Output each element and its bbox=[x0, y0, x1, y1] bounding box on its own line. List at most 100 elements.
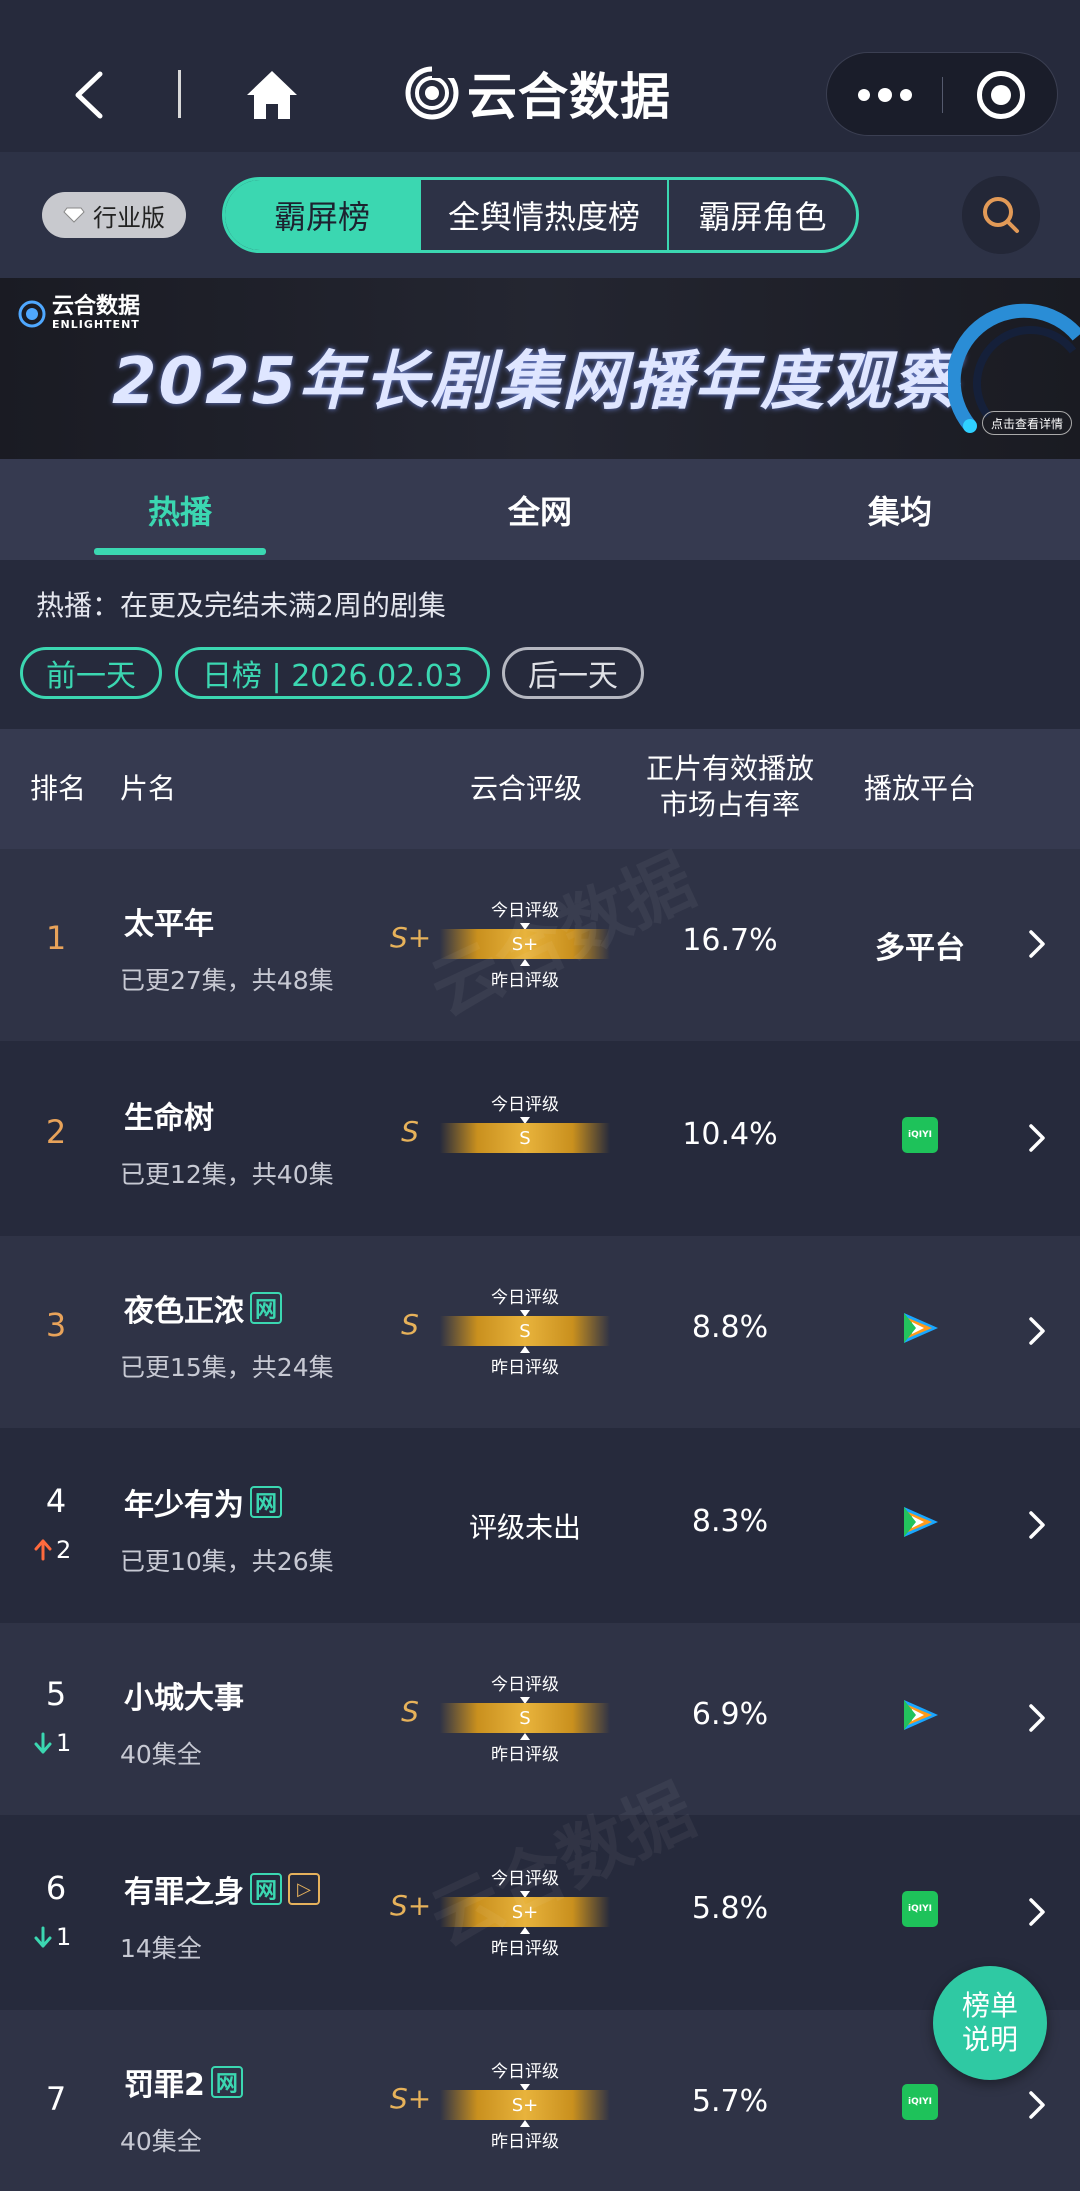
today-grade-value: S+ bbox=[511, 1901, 539, 1923]
today-grade-label: 今日评级 bbox=[491, 1675, 559, 1695]
chevron-right-icon[interactable] bbox=[1026, 1316, 1048, 1346]
rank-change-value: 1 bbox=[56, 1923, 72, 1951]
table-row[interactable]: 2 生命树 已更12集，共40集 S 今日评级 S 10.4% iQIYI bbox=[0, 1043, 1080, 1235]
tab-bapingbang[interactable]: 霸屏榜 bbox=[225, 180, 419, 250]
chevron-right-icon[interactable] bbox=[1026, 1510, 1048, 1540]
header-share-line2: 市场占有率 bbox=[659, 788, 800, 821]
chevron-right-icon[interactable] bbox=[1026, 1897, 1048, 1927]
table-row[interactable]: 1 太平年 已更27集，共48集 S+ 今日评级 S+ 昨日评级 16.7% 多平台 bbox=[0, 849, 1080, 1041]
rank-number: 2 bbox=[45, 1113, 67, 1151]
grade-label: S bbox=[401, 1695, 419, 1728]
drama-title-wrap: 年少有为网 bbox=[124, 1480, 282, 1524]
market-share: 5.8% bbox=[691, 1891, 769, 1926]
today-grade-bar: S bbox=[440, 1123, 610, 1153]
tab-baping-role[interactable]: 霸屏角色 bbox=[667, 180, 856, 250]
header-platform: 播放平台 bbox=[863, 772, 976, 805]
rank-change: 1 bbox=[34, 1729, 71, 1757]
table-row[interactable]: 5 1 小城大事 40集全 S 今日评级 S 昨日评级 6.9% bbox=[0, 1623, 1080, 1815]
episode-status: 已更12集，共40集 bbox=[120, 1160, 334, 1189]
rank-number: 5 bbox=[45, 1675, 67, 1713]
table-row[interactable]: 6 1 有罪之身网 ▷ 14集全 S+ 今日评级 S+ 昨日评级 5.8% iQIYI bbox=[0, 1817, 1080, 2009]
market-share: 6.9% bbox=[691, 1697, 769, 1732]
fab-line2: 说明 bbox=[961, 2023, 1018, 2056]
date-selector[interactable]: 日榜 | 2026.02.03 bbox=[175, 647, 490, 699]
drama-title-wrap: 有罪之身网 ▷ bbox=[124, 1867, 320, 1911]
app-title: 云合数据 bbox=[467, 68, 671, 126]
ranking-explanation-button[interactable]: 榜单 说明 bbox=[933, 1966, 1047, 2080]
today-grade-bar: S bbox=[440, 1703, 610, 1733]
drama-title-wrap: 罚罪2 网 bbox=[124, 2060, 243, 2104]
no-grade-text: 评级未出 bbox=[468, 1511, 581, 1544]
chevron-right-icon[interactable] bbox=[1026, 929, 1048, 959]
rank-number: 4 bbox=[45, 1482, 67, 1520]
drama-title: 小城大事 bbox=[124, 1681, 244, 1716]
episode-status: 40集全 bbox=[120, 2127, 202, 2156]
search-icon[interactable] bbox=[962, 176, 1040, 254]
home-icon[interactable] bbox=[244, 68, 300, 122]
drama-title: 有罪之身 bbox=[124, 1875, 244, 1910]
play-badge-icon: ▷ bbox=[288, 1873, 320, 1905]
back-icon[interactable] bbox=[70, 70, 110, 120]
ranking-type-tabs: 霸屏榜 全舆情热度榜 霸屏角色 bbox=[222, 177, 859, 253]
today-grade-value: S bbox=[519, 1320, 531, 1342]
tab-hot[interactable]: 热播 bbox=[94, 459, 266, 560]
today-grade-bar: S+ bbox=[440, 929, 610, 959]
yesterday-pointer-icon bbox=[520, 959, 530, 966]
edition-label: 行业版 bbox=[93, 203, 165, 232]
today-grade-label: 今日评级 bbox=[491, 1869, 559, 1889]
banner-detail-button[interactable]: 点击查看详情 bbox=[982, 411, 1072, 435]
yesterday-pointer-icon bbox=[520, 1927, 530, 1934]
web-drama-badge: 网 bbox=[250, 1873, 282, 1905]
prev-day-button[interactable]: 前一天 bbox=[20, 647, 162, 699]
chevron-right-icon[interactable] bbox=[1026, 1703, 1048, 1733]
tab-quanyuqing[interactable]: 全舆情热度榜 bbox=[419, 180, 667, 250]
grade-indicator: 今日评级 S bbox=[440, 1090, 610, 1190]
header-rank: 排名 bbox=[29, 772, 86, 805]
episode-status: 已更10集，共26集 bbox=[120, 1547, 334, 1576]
grade-indicator: 今日评级 S+ 昨日评级 bbox=[440, 896, 610, 996]
drama-title: 年少有为 bbox=[124, 1488, 244, 1523]
market-share: 8.8% bbox=[691, 1310, 769, 1345]
edition-badge[interactable]: 行业版 bbox=[42, 192, 186, 238]
drama-title: 罚罪2 bbox=[124, 2068, 205, 2103]
episode-status: 已更27集，共48集 bbox=[120, 966, 334, 995]
grade-label: S bbox=[401, 1115, 419, 1148]
rank-number: 7 bbox=[45, 2080, 67, 2118]
rank-number: 1 bbox=[45, 919, 67, 957]
banner-logo: 云合数据 ENLIGHTENT bbox=[18, 296, 140, 331]
yesterday-pointer-icon bbox=[520, 2120, 530, 2127]
table-row[interactable]: 3 夜色正浓网已更15集，共24集 S 今日评级 S 昨日评级 8.8% bbox=[0, 1236, 1080, 1428]
more-menu-icon[interactable] bbox=[827, 53, 942, 137]
mini-program-capsule bbox=[826, 52, 1058, 136]
header-grade: 云合评级 bbox=[469, 772, 582, 805]
table-header: 排名 片名 云合评级 正片有效播放 市场占有率 播放平台 bbox=[0, 729, 1080, 849]
today-grade-value: S bbox=[519, 1127, 531, 1149]
table-row[interactable]: 7 罚罪2 网 40集全 S+ 今日评级 S+ 昨日评级 5.7% iQIYI bbox=[0, 2010, 1080, 2191]
episode-status: 14集全 bbox=[120, 1934, 202, 1963]
grade-label: S+ bbox=[390, 1889, 432, 1922]
chevron-right-icon[interactable] bbox=[1026, 2090, 1048, 2120]
rank-change: 1 bbox=[34, 1923, 71, 1951]
iqiyi-icon: iQIYI bbox=[902, 1891, 938, 1927]
grade-label: S+ bbox=[390, 2082, 432, 2115]
yesterday-grade-label: 昨日评级 bbox=[491, 971, 559, 991]
yesterday-pointer-icon bbox=[520, 1346, 530, 1353]
today-grade-bar: S bbox=[440, 1316, 610, 1346]
today-grade-value: S+ bbox=[511, 2094, 539, 2116]
drama-title-wrap: 小城大事 bbox=[124, 1673, 244, 1717]
promo-banner[interactable]: 云合数据 ENLIGHTENT 2025年长剧集网播年度观察 点击查看详情 bbox=[0, 278, 1080, 459]
tab-per-episode[interactable]: 集均 bbox=[814, 459, 986, 560]
chevron-right-icon[interactable] bbox=[1026, 1123, 1048, 1153]
tab-all-network[interactable]: 全网 bbox=[454, 459, 626, 560]
diamond-icon bbox=[63, 207, 85, 223]
today-grade-label: 今日评级 bbox=[491, 1288, 559, 1308]
banner-logo-icon bbox=[18, 300, 46, 327]
table-row[interactable]: 4 2 年少有为网已更10集，共26集 评级未出 8.3% bbox=[0, 1430, 1080, 1622]
close-target-icon[interactable] bbox=[977, 71, 1025, 119]
rank-change: 2 bbox=[34, 1536, 71, 1564]
drama-title: 生命树 bbox=[124, 1101, 214, 1136]
next-day-button[interactable]: 后一天 bbox=[502, 647, 644, 699]
episode-status: 40集全 bbox=[120, 1740, 202, 1769]
rank-down-icon bbox=[34, 1732, 52, 1754]
rank-number: 3 bbox=[45, 1306, 67, 1344]
